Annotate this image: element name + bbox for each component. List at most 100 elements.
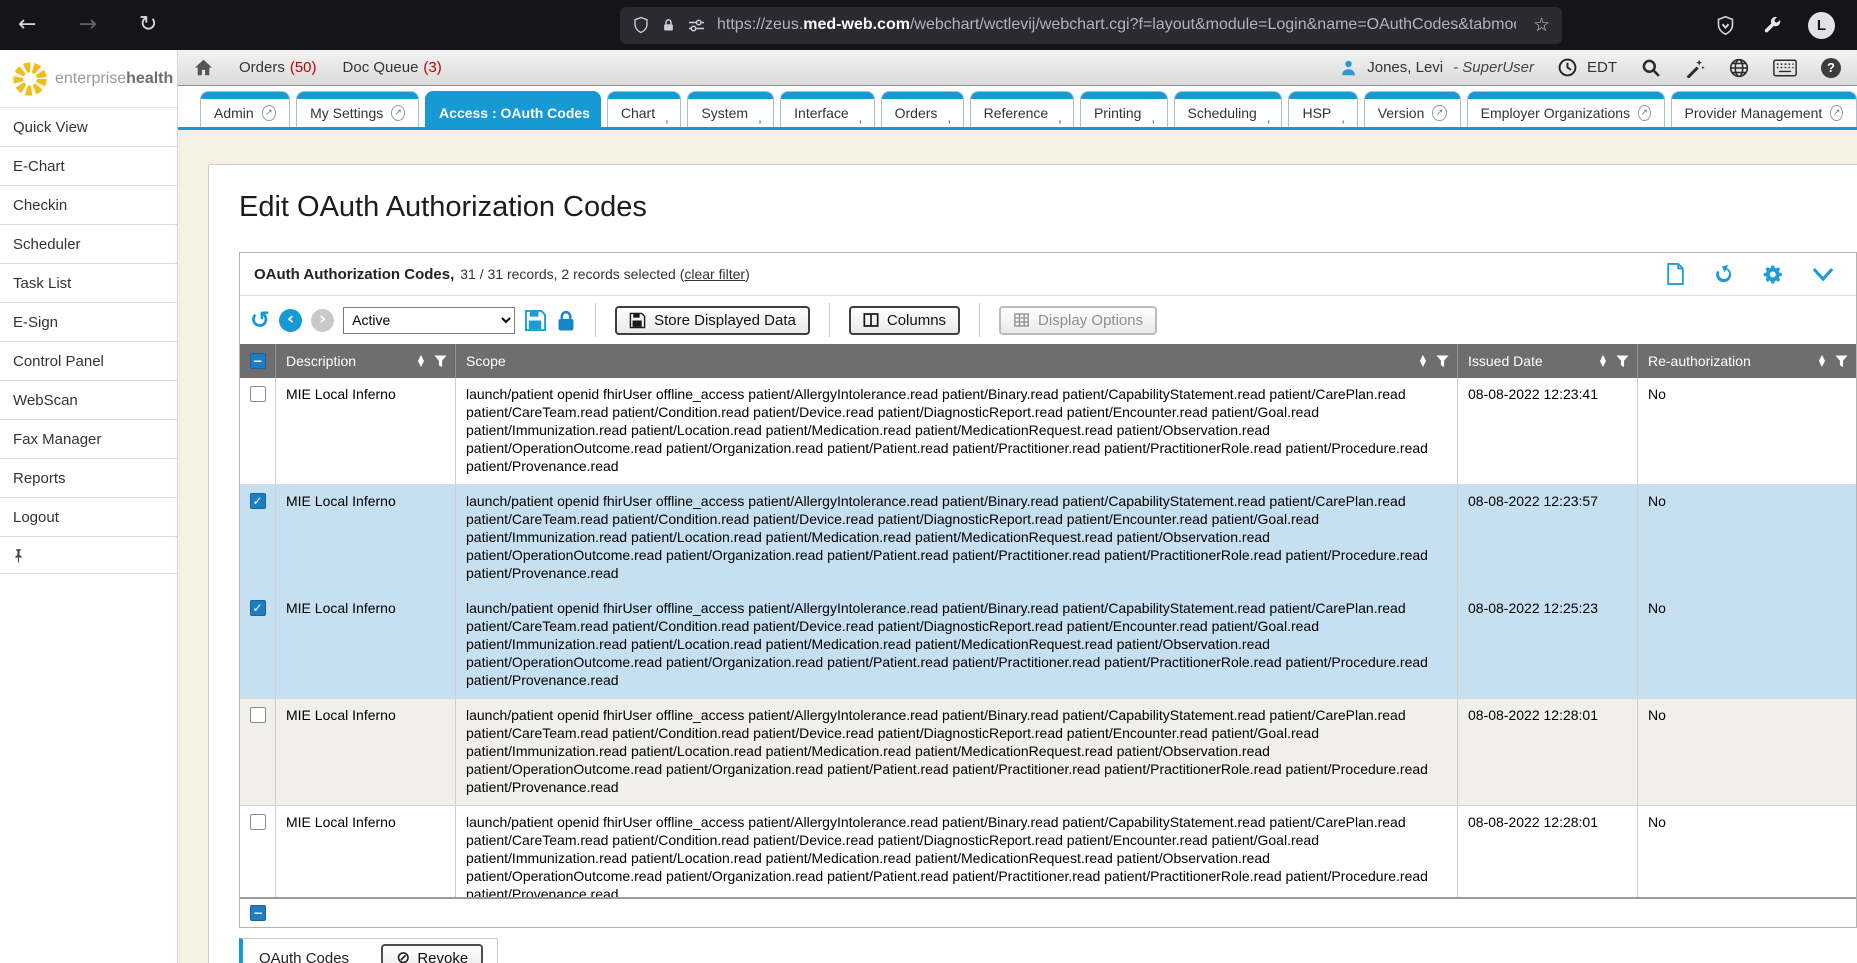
select-all-checkbox[interactable]: [250, 353, 266, 369]
column-header-description: Description ▲▼: [276, 344, 456, 378]
prev-page-button[interactable]: ‹: [279, 309, 302, 332]
sidebar-item-quick-view[interactable]: Quick View: [0, 108, 177, 147]
grid-toolbar: ↺ ‹ › Active Store Displayed Data Column…: [240, 296, 1856, 344]
profile-avatar[interactable]: L: [1808, 12, 1835, 39]
tab-hsp[interactable]: HSP: [1288, 91, 1357, 127]
help-icon[interactable]: ?: [1821, 58, 1841, 78]
grid-icon: [1013, 312, 1030, 328]
keyboard-icon[interactable]: [1773, 59, 1797, 77]
sidebar-item-logout[interactable]: Logout: [0, 498, 177, 537]
cell-scope: launch/patient openid fhirUser offline_a…: [456, 592, 1458, 698]
cell-reauthorization: No: [1638, 592, 1856, 698]
row-checkbox[interactable]: [250, 707, 266, 723]
refresh-icon[interactable]: [1713, 264, 1735, 284]
row-checkbox[interactable]: [250, 814, 266, 830]
gear-icon[interactable]: [1763, 264, 1784, 285]
tab-my-settings[interactable]: My Settings↗: [296, 91, 419, 127]
home-icon[interactable]: [194, 59, 213, 76]
tab-scheduling[interactable]: Scheduling: [1174, 91, 1283, 127]
save-filter-icon[interactable]: [524, 309, 547, 332]
cell-issued-date: 08-08-2022 12:23:57: [1458, 485, 1638, 591]
sort-icon[interactable]: ▲▼: [1819, 355, 1825, 367]
collapse-chevron-icon[interactable]: [1812, 267, 1834, 282]
clock-icon: [1558, 58, 1577, 77]
doc-queue-link[interactable]: Doc Queue(3): [343, 59, 442, 76]
grid-records-info: 31 / 31 records, 2 records selected (cle…: [460, 266, 749, 282]
tab-provider-management[interactable]: Provider Management↗: [1671, 91, 1857, 127]
sort-icon[interactable]: ▲▼: [1420, 355, 1426, 367]
row-checkbox[interactable]: [250, 600, 266, 616]
sort-icon[interactable]: ▲▼: [1600, 355, 1606, 367]
sidebar-item-control-panel[interactable]: Control Panel: [0, 342, 177, 381]
sidebar-item-e-chart[interactable]: E-Chart: [0, 147, 177, 186]
sidebar-item-reports[interactable]: Reports: [0, 459, 177, 498]
clear-filter-link[interactable]: clear filter: [684, 266, 745, 282]
tab-printing[interactable]: Printing: [1080, 91, 1168, 127]
lock-filter-icon[interactable]: [556, 309, 576, 332]
filter-funnel-icon[interactable]: [1436, 355, 1449, 368]
wrench-icon[interactable]: [1762, 15, 1782, 35]
table-row[interactable]: MIE Local Inferno launch/patient openid …: [240, 485, 1856, 592]
table-row[interactable]: MIE Local Inferno launch/patient openid …: [240, 699, 1856, 806]
select-all-checkbox-bottom[interactable]: [250, 905, 266, 921]
search-icon[interactable]: [1641, 58, 1661, 78]
table-row[interactable]: MIE Local Inferno launch/patient openid …: [240, 806, 1856, 897]
cell-scope: launch/patient openid fhirUser offline_a…: [456, 378, 1458, 484]
reload-icon[interactable]: ↻: [139, 14, 157, 36]
revoke-button[interactable]: ⊘ Revoke: [381, 944, 483, 963]
row-checkbox[interactable]: [250, 386, 266, 402]
store-displayed-data-button[interactable]: Store Displayed Data: [615, 306, 810, 335]
table-row[interactable]: MIE Local Inferno launch/patient openid …: [240, 378, 1856, 485]
toolbar-separator: [595, 303, 596, 337]
document-icon[interactable]: [1666, 263, 1685, 285]
tab-version[interactable]: Version↗: [1364, 91, 1461, 127]
tab-system[interactable]: System: [687, 91, 774, 127]
external-link-icon: ↗: [1638, 105, 1650, 121]
revoke-icon: ⊘: [396, 950, 410, 963]
row-checkbox[interactable]: [250, 493, 266, 509]
tab-access-oauth-codes[interactable]: Access : OAuth Codes: [425, 91, 601, 127]
filter-funnel-icon[interactable]: [1616, 355, 1629, 368]
tab-interface[interactable]: Interface: [780, 91, 874, 127]
cell-issued-date: 08-08-2022 12:23:41: [1458, 378, 1638, 484]
tab-oauth-codes[interactable]: OAuth Codes: [239, 938, 369, 963]
cell-description: MIE Local Inferno: [276, 592, 456, 698]
sidebar-item-scheduler[interactable]: Scheduler: [0, 225, 177, 264]
table-row[interactable]: MIE Local Inferno launch/patient openid …: [240, 592, 1856, 699]
sidebar: enterprisehealth Quick View E-Chart Chec…: [0, 50, 178, 963]
cell-scope: launch/patient openid fhirUser offline_a…: [456, 485, 1458, 591]
filter-funnel-icon[interactable]: [1835, 355, 1848, 368]
columns-button[interactable]: Columns: [849, 306, 960, 335]
tab-employer-organizations[interactable]: Employer Organizations↗: [1467, 91, 1665, 127]
address-bar[interactable]: https://zeus.med-web.com/webchart/wctlev…: [620, 7, 1562, 44]
forward-icon[interactable]: →: [78, 14, 96, 36]
table-body: MIE Local Inferno launch/patient openid …: [240, 378, 1856, 897]
main-column: Orders(50) Doc Queue(3) Jones, Levi - Su…: [178, 50, 1857, 963]
status-filter-select[interactable]: Active: [343, 307, 515, 334]
sidebar-item-e-sign[interactable]: E-Sign: [0, 303, 177, 342]
cell-description: MIE Local Inferno: [276, 806, 456, 897]
tab-chart[interactable]: Chart: [607, 91, 682, 127]
sort-icon[interactable]: ▲▼: [418, 355, 424, 367]
sidebar-item-task-list[interactable]: Task List: [0, 264, 177, 303]
globe-icon[interactable]: [1729, 58, 1749, 78]
tab-admin[interactable]: Admin↗: [200, 91, 290, 127]
sidebar-item-webscan[interactable]: WebScan: [0, 381, 177, 420]
tab-reference[interactable]: Reference: [970, 91, 1074, 127]
sidebar-item-fax-manager[interactable]: Fax Manager: [0, 420, 177, 459]
next-page-button[interactable]: ›: [311, 309, 334, 332]
cell-issued-date: 08-08-2022 12:28:01: [1458, 699, 1638, 805]
filter-funnel-icon[interactable]: [434, 355, 447, 368]
wand-icon[interactable]: [1685, 58, 1705, 78]
bookmark-star-icon[interactable]: ☆: [1533, 16, 1550, 35]
tracking-shield-icon[interactable]: [632, 16, 650, 34]
content-panel: Edit OAuth Authorization Codes OAuth Aut…: [208, 164, 1857, 963]
tab-orders[interactable]: Orders: [881, 91, 964, 127]
back-icon[interactable]: ←: [18, 14, 36, 36]
account-shield-icon[interactable]: [1715, 15, 1736, 36]
sidebar-pin-toggle[interactable]: [0, 537, 177, 574]
undo-icon[interactable]: ↺: [250, 308, 270, 332]
orders-link[interactable]: Orders(50): [239, 59, 317, 76]
sidebar-item-checkin[interactable]: Checkin: [0, 186, 177, 225]
permissions-icon[interactable]: [687, 18, 706, 33]
